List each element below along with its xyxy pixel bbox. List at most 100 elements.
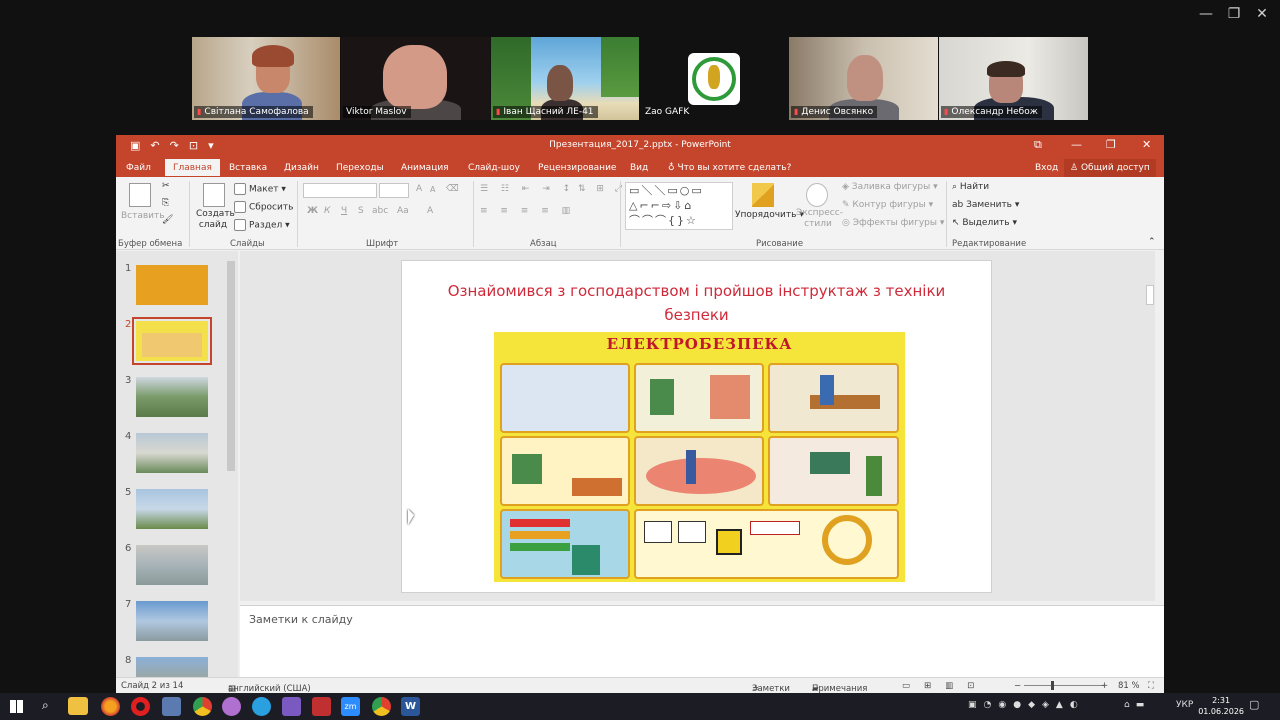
copy-icon[interactable]: ⎘ <box>162 198 169 208</box>
zoom-slider-track[interactable] <box>1024 685 1104 686</box>
close-button[interactable]: ✕ <box>1142 138 1151 151</box>
slide[interactable]: Ознайомився з господарством і пройшов ін… <box>401 260 992 593</box>
arrange-button[interactable]: Упорядочить ▾ <box>735 210 804 220</box>
clock[interactable]: 2:31 01.06.2026 <box>1198 695 1244 717</box>
tab-slideshow[interactable]: Слайд-шоу <box>468 163 520 173</box>
collapse-ribbon-icon[interactable]: ⌃ <box>1148 237 1156 247</box>
notifications-icon[interactable]: ▢ <box>1249 698 1259 711</box>
visual-studio-icon[interactable] <box>282 697 301 716</box>
bold-button[interactable]: Ж <box>307 206 318 216</box>
slide-title[interactable]: Ознайомився з господарством і пройшов ін… <box>402 279 991 327</box>
font-color-button[interactable]: A <box>427 206 433 216</box>
slide-thumbnail-selected[interactable] <box>132 317 212 365</box>
chrome-icon[interactable] <box>193 697 212 716</box>
cut-icon[interactable]: ✂ <box>162 181 170 191</box>
section-button[interactable]: Раздел ▾ <box>234 219 290 231</box>
shape-fill-button[interactable]: ◈ Заливка фигуры ▾ <box>842 182 938 192</box>
notes-placeholder[interactable]: Заметки к слайду <box>249 613 353 626</box>
font-name-box[interactable] <box>303 183 377 198</box>
tab-review[interactable]: Рецензирование <box>538 163 616 173</box>
underline-button[interactable]: Ч <box>341 206 347 216</box>
share-button[interactable]: ♙ Общий доступ <box>1064 159 1156 177</box>
zoom-close-button[interactable]: ✕ <box>1252 6 1272 22</box>
zoom-slider[interactable]: − <box>1014 681 1021 691</box>
messenger-icon[interactable] <box>222 697 241 716</box>
tab-file[interactable]: Файл <box>126 163 151 173</box>
paste-button[interactable]: Вставить <box>121 211 165 221</box>
participant-tile[interactable]: Zao GAFK <box>640 37 788 120</box>
view-buttons[interactable]: ▭⊞▥⊡ <box>902 681 988 691</box>
zoom-slider-thumb[interactable] <box>1051 681 1054 690</box>
character-spacing-button[interactable]: abc <box>372 206 388 216</box>
shape-effects-button[interactable]: ◎ Эффекты фигуры ▾ <box>842 218 944 228</box>
thumbnails-scrollbar[interactable] <box>226 251 236 677</box>
participant-tile[interactable]: ▮ Світлана Самофалова <box>192 37 340 120</box>
zoom-in-button[interactable]: + <box>1101 681 1108 691</box>
grow-font-button[interactable]: A <box>416 184 422 194</box>
tab-insert[interactable]: Вставка <box>229 163 267 173</box>
arrange-icon[interactable] <box>752 183 774 207</box>
telegram-icon[interactable] <box>252 697 271 716</box>
firefox-icon[interactable] <box>101 697 120 716</box>
shapes-gallery[interactable]: ▭＼＼▭○▭ △⌐⌐⇨⇩⌂ ⌒⌒⌒{}☆ <box>625 182 733 230</box>
ribbon-display-options-icon[interactable]: ⧉ <box>1034 138 1042 152</box>
italic-button[interactable]: К <box>324 206 330 216</box>
paste-icon[interactable] <box>129 183 151 207</box>
shrink-font-button[interactable]: A <box>430 185 435 194</box>
clear-formatting-icon[interactable]: ⌫ <box>446 184 459 194</box>
fit-slide-icon[interactable]: ⛶ <box>1148 681 1154 691</box>
new-slide-button[interactable]: Создать слайд <box>196 209 235 231</box>
language-indicator[interactable]: УКР <box>1176 700 1193 710</box>
zoom-minimize-button[interactable]: — <box>1196 6 1216 22</box>
participant-tile[interactable]: ▮ Іван Щасний ЛЕ-41 <box>491 37 639 120</box>
search-icon[interactable]: ⌕ <box>42 698 49 713</box>
align-buttons[interactable]: ≡ ≡ ≡ ≡ ▥ <box>480 206 575 216</box>
slide-thumbnail[interactable] <box>136 265 208 305</box>
slide-thumbnail[interactable] <box>136 433 208 473</box>
layout-button[interactable]: Макет ▾ <box>234 183 286 195</box>
replace-button[interactable]: ab Заменить ▾ <box>952 200 1019 210</box>
zoom-level[interactable]: 81 % <box>1118 681 1140 691</box>
windows-start-icon[interactable] <box>10 700 23 713</box>
change-case-button[interactable]: Aa <box>397 206 409 216</box>
strikethrough-button[interactable]: S <box>358 206 364 216</box>
quick-styles-button[interactable]: Экспресс-стили <box>796 208 843 230</box>
slide-thumbnail[interactable] <box>136 601 208 641</box>
zoom-restore-button[interactable]: ❐ <box>1224 6 1244 22</box>
tray-icons[interactable]: ▣◔◉●◆◈▲◐ <box>968 700 1085 710</box>
quick-styles-icon[interactable] <box>806 183 828 207</box>
participant-tile-active[interactable]: Viktor Maslov <box>341 37 490 120</box>
reset-button[interactable]: Сбросить <box>234 201 293 213</box>
archiver-icon[interactable] <box>312 697 331 716</box>
tab-home[interactable]: Главная <box>165 159 220 176</box>
list-buttons[interactable]: ☰ ☷ ⇤ ⇥ ↕ <box>480 184 575 194</box>
notes-pane[interactable]: Заметки к слайду <box>240 605 1164 677</box>
tab-animation[interactable]: Анимация <box>401 163 449 173</box>
chrome-icon[interactable] <box>372 697 391 716</box>
slide-thumbnail[interactable] <box>136 545 208 585</box>
new-slide-icon[interactable] <box>203 183 225 207</box>
shape-outline-button[interactable]: ✎ Контур фигуры ▾ <box>842 200 933 210</box>
participant-tile[interactable]: ▮ Олександр Небож <box>939 37 1088 120</box>
tab-view[interactable]: Вид <box>630 163 648 173</box>
find-button[interactable]: ⌕ Найти <box>952 182 989 192</box>
app-icon[interactable] <box>162 697 181 716</box>
minimize-button[interactable]: — <box>1071 138 1082 151</box>
zoom-app-icon[interactable]: zm <box>341 697 360 716</box>
file-explorer-icon[interactable] <box>68 697 88 715</box>
opera-icon[interactable] <box>131 697 150 716</box>
tell-me-box[interactable]: ♁ Что вы хотите сделать? <box>668 163 791 173</box>
slide-thumbnail[interactable] <box>136 489 208 529</box>
tab-transitions[interactable]: Переходы <box>336 163 384 173</box>
slide-thumbnail[interactable] <box>136 377 208 417</box>
safety-poster-image[interactable]: ЕЛЕКТРОБЕЗПЕКА <box>494 332 905 582</box>
sign-in-link[interactable]: Вход <box>1035 163 1058 173</box>
maximize-button[interactable]: ❐ <box>1106 138 1116 151</box>
tray-status-icons[interactable]: ⌂▬ <box>1124 700 1150 710</box>
tab-design[interactable]: Дизайн <box>284 163 319 173</box>
select-button[interactable]: ↖ Выделить ▾ <box>952 218 1017 228</box>
word-icon[interactable]: W <box>401 697 420 716</box>
font-size-box[interactable] <box>379 183 409 198</box>
participant-tile[interactable]: ▮ Денис Овсянко <box>789 37 938 120</box>
slide-thumbnail[interactable] <box>136 657 208 677</box>
